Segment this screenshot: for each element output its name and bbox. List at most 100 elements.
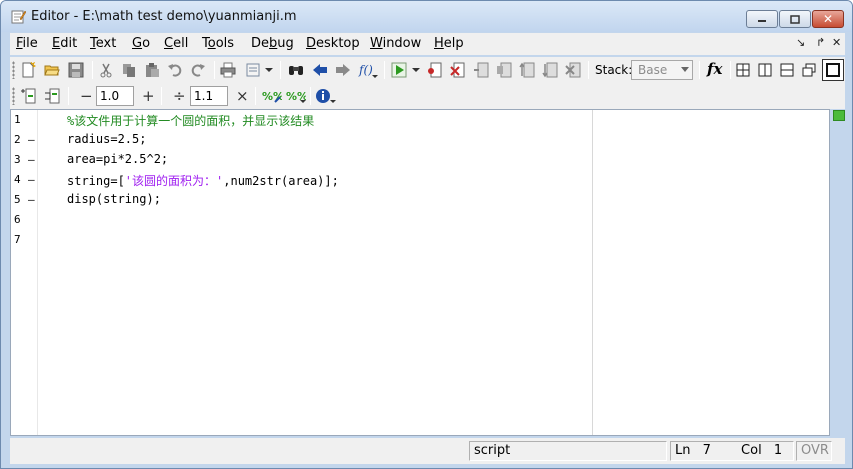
step-out-button[interactable] — [518, 61, 536, 79]
close-button[interactable]: ✕ — [812, 10, 844, 28]
cell-info-button[interactable] — [316, 87, 336, 105]
continue-button[interactable] — [541, 61, 559, 79]
float-button[interactable] — [800, 61, 818, 79]
save-button[interactable] — [67, 61, 85, 79]
line-number: 4 — [14, 173, 21, 186]
code-line[interactable]: disp(string); — [67, 192, 161, 206]
evaluate-cell-button[interactable]: %% — [262, 87, 282, 105]
evaluate-advance-button[interactable]: %% — [286, 87, 306, 105]
divide-button[interactable]: ÷ — [173, 87, 186, 105]
maximize-button[interactable] — [779, 10, 811, 28]
svg-text:%%: %% — [262, 90, 282, 103]
breakpoint-marker[interactable]: – — [28, 193, 35, 206]
chevron-down-icon — [265, 68, 273, 72]
code-line[interactable]: radius=2.5; — [67, 132, 146, 146]
paste-button[interactable] — [143, 61, 161, 79]
float-windows-icon — [802, 63, 816, 77]
title-bar[interactable]: Editor - E:\math test demo\yuanmianji.m … — [1, 1, 852, 32]
close-document-icon[interactable]: ✕ — [832, 36, 841, 49]
menu-text[interactable]: Text — [90, 36, 116, 51]
code-analyzer-status-indicator[interactable] — [833, 110, 845, 121]
menu-edit[interactable]: Edit — [52, 36, 77, 51]
exit-debug-button[interactable] — [564, 61, 582, 79]
redo-icon — [191, 64, 205, 77]
split-vertical-button[interactable] — [756, 61, 774, 79]
undock-icon[interactable]: ↱ — [816, 36, 825, 49]
chevron-down-icon — [681, 67, 689, 72]
cut-button[interactable] — [97, 61, 115, 79]
info-icon — [316, 89, 336, 103]
breakpoint-marker[interactable]: – — [28, 133, 35, 146]
clear-breakpoints-button[interactable] — [449, 61, 467, 79]
line-number: 3 — [14, 153, 21, 166]
undo-icon — [168, 64, 182, 77]
split-horizontal-button[interactable] — [778, 61, 796, 79]
code-line[interactable]: string=['该圆的面积为：',num2str(area)]; — [67, 172, 339, 189]
run-dropdown[interactable] — [411, 61, 421, 79]
page-setup-dropdown[interactable] — [264, 61, 274, 79]
undo-button[interactable] — [166, 61, 184, 79]
page-setup-button[interactable] — [244, 61, 262, 79]
code-line[interactable]: area=pi*2.5^2; — [67, 152, 168, 166]
folder-open-icon — [44, 65, 60, 76]
status-bar: script Ln 7 Col 1 OVR — [10, 438, 845, 464]
step-in-button[interactable] — [495, 61, 513, 79]
function-browser-button[interactable]: f() — [357, 61, 379, 79]
menu-go[interactable]: Go — [132, 36, 150, 51]
breakpoint-clear-icon — [450, 62, 465, 78]
scale-value-field[interactable]: 1.1 — [190, 86, 228, 106]
open-file-button[interactable] — [43, 61, 61, 79]
code-text: string=[ — [67, 174, 125, 188]
maximize-document-button[interactable] — [822, 59, 844, 81]
overwrite-mode-status: OVR — [796, 441, 832, 461]
stack-select-value: Base — [638, 63, 668, 77]
code-string: '该圆的面积为：' — [124, 174, 224, 188]
code-comment: %该文件用于计算一个圆的面积，并显示该结果 — [67, 114, 315, 128]
insert-cell-text-button[interactable] — [43, 87, 61, 105]
increment-button[interactable]: + — [142, 87, 155, 105]
menu-file[interactable]: File — [16, 36, 38, 51]
go-forward-button[interactable] — [334, 61, 352, 79]
menu-cell[interactable]: Cell — [164, 36, 188, 51]
minimize-button[interactable] — [746, 10, 778, 28]
line-number: 5 — [14, 193, 21, 206]
multiply-button[interactable]: × — [236, 87, 249, 105]
dock-arrow-icon[interactable]: ↘ — [796, 36, 805, 49]
function-hints-button[interactable]: fx — [707, 60, 722, 78]
increment-value-field[interactable]: 1.0 — [96, 86, 134, 106]
stack-select[interactable]: Base — [631, 60, 693, 80]
menu-debug[interactable]: Debug — [251, 36, 294, 51]
menu-window[interactable]: Window — [370, 36, 421, 51]
copy-button[interactable] — [120, 61, 138, 79]
find-button[interactable] — [287, 61, 305, 79]
step-button[interactable] — [472, 61, 490, 79]
column-value: 1 — [773, 443, 783, 458]
breakpoint-marker[interactable]: – — [28, 153, 35, 166]
evaluate-advance-icon: %% — [286, 90, 306, 103]
print-button[interactable] — [219, 61, 237, 79]
tile-grid-button[interactable] — [734, 61, 752, 79]
maximize-icon — [790, 14, 800, 24]
code-editor[interactable]: 1 2 3 4 5 6 7 – – – – %该文件用于计算一个圆的面积，并显示… — [10, 109, 830, 436]
toolbar-grip[interactable] — [12, 87, 15, 105]
window-title: Editor - E:\math test demo\yuanmianji.m — [31, 9, 297, 24]
decrement-button[interactable]: − — [80, 87, 93, 105]
arrow-right-icon — [336, 64, 350, 76]
document-list-icon — [246, 63, 260, 77]
breakpoint-marker[interactable]: – — [28, 173, 35, 186]
run-button[interactable] — [390, 61, 408, 79]
code-line[interactable]: %该文件用于计算一个圆的面积，并显示该结果 — [67, 112, 314, 129]
set-breakpoint-button[interactable] — [426, 61, 444, 79]
insert-cell-divider-button[interactable] — [19, 87, 37, 105]
redo-button[interactable] — [189, 61, 207, 79]
arrow-left-icon — [313, 64, 327, 76]
menu-help[interactable]: Help — [434, 36, 464, 51]
menu-tools[interactable]: Tools — [202, 36, 234, 51]
toolbar-grip[interactable] — [12, 61, 15, 79]
breakpoint-set-icon — [428, 62, 442, 78]
new-file-button[interactable] — [19, 61, 37, 79]
step-in-icon — [497, 62, 512, 78]
line-number: 2 — [14, 133, 21, 146]
menu-desktop[interactable]: Desktop — [306, 36, 360, 51]
go-back-button[interactable] — [311, 61, 329, 79]
